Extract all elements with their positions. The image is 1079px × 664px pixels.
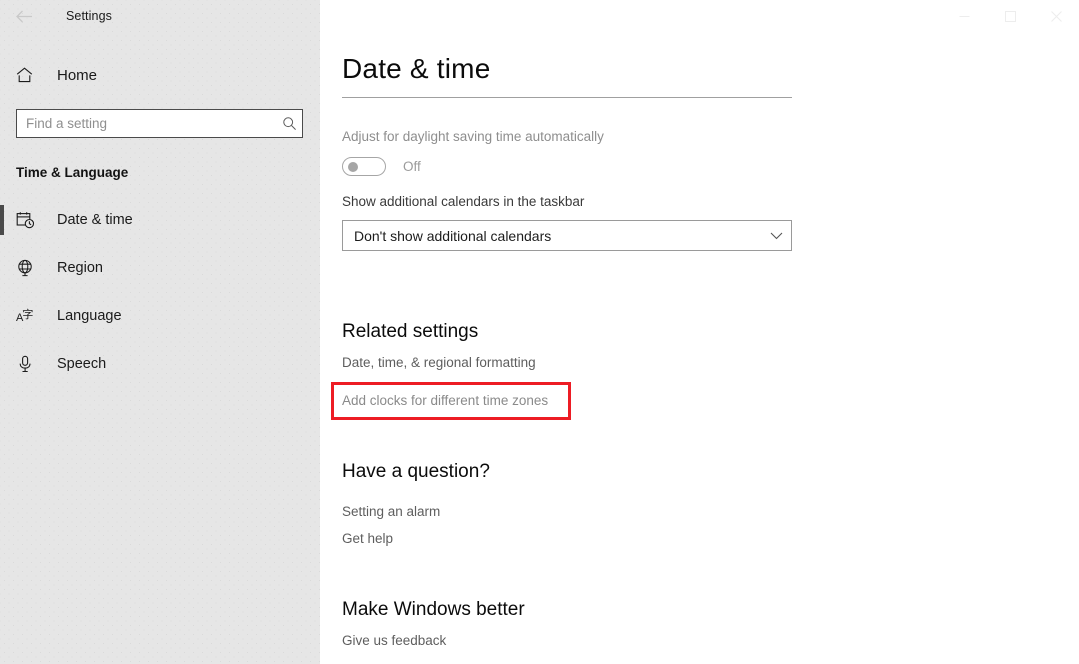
sidebar-item-date-time-label: Date & time: [57, 212, 133, 228]
additional-calendars-dropdown[interactable]: Don't show additional calendars: [342, 220, 792, 251]
globe-icon: [16, 259, 40, 277]
search-box[interactable]: [16, 109, 303, 138]
microphone-icon: [16, 355, 40, 373]
main-content: Date & time Adjust for daylight saving t…: [320, 0, 1079, 664]
daylight-saving-toggle[interactable]: [342, 157, 386, 176]
related-settings-heading: Related settings: [342, 321, 479, 342]
toggle-knob: [348, 161, 358, 172]
sidebar-category-label: Time & Language: [16, 165, 129, 180]
daylight-saving-state: Off: [403, 159, 421, 174]
daylight-saving-toggle-row: Off: [342, 157, 421, 176]
search-input[interactable]: [17, 110, 276, 137]
back-arrow-icon[interactable]: [13, 5, 35, 27]
sidebar-item-home-label: Home: [57, 66, 98, 84]
link-get-help[interactable]: Get help: [342, 531, 393, 546]
sidebar-item-home[interactable]: Home: [0, 57, 320, 93]
link-regional-formatting[interactable]: Date, time, & regional formatting: [342, 355, 536, 370]
sidebar-item-speech-label: Speech: [57, 356, 107, 372]
selection-indicator: [0, 205, 4, 235]
title-bar: Settings: [0, 0, 320, 32]
sidebar-item-speech[interactable]: Speech: [0, 340, 320, 388]
window-controls: [941, 0, 1079, 32]
sidebar-item-region[interactable]: Region: [0, 244, 320, 292]
minimize-button[interactable]: [941, 0, 987, 32]
sidebar-item-date-time[interactable]: Date & time: [0, 196, 320, 244]
close-button[interactable]: [1033, 0, 1079, 32]
sidebar-item-language[interactable]: A字 Language: [0, 292, 320, 340]
make-windows-better-heading: Make Windows better: [342, 599, 525, 620]
chevron-down-icon[interactable]: [761, 232, 791, 240]
search-icon[interactable]: [276, 116, 302, 131]
have-a-question-heading: Have a question?: [342, 461, 490, 482]
settings-window: Settings Home Time & Language: [0, 0, 1079, 664]
home-icon: [16, 67, 40, 83]
sidebar-item-language-label: Language: [57, 308, 122, 324]
sidebar-nav-list: Date & time Region A字 Language Speech: [0, 196, 320, 388]
link-setting-an-alarm[interactable]: Setting an alarm: [342, 504, 440, 519]
maximize-button[interactable]: [987, 0, 1033, 32]
sidebar: Settings Home Time & Language: [0, 0, 320, 664]
page-title: Date & time: [342, 53, 491, 84]
title-divider: [342, 97, 792, 98]
sidebar-item-region-label: Region: [57, 260, 103, 276]
link-give-us-feedback[interactable]: Give us feedback: [342, 633, 446, 648]
additional-calendars-label: Show additional calendars in the taskbar: [342, 194, 585, 209]
additional-calendars-value: Don't show additional calendars: [354, 227, 552, 244]
app-title: Settings: [66, 9, 112, 23]
calendar-clock-icon: [16, 211, 40, 229]
language-icon: A字: [16, 308, 33, 324]
daylight-saving-label: Adjust for daylight saving time automati…: [342, 129, 604, 144]
link-add-clocks[interactable]: Add clocks for different time zones: [342, 393, 548, 408]
